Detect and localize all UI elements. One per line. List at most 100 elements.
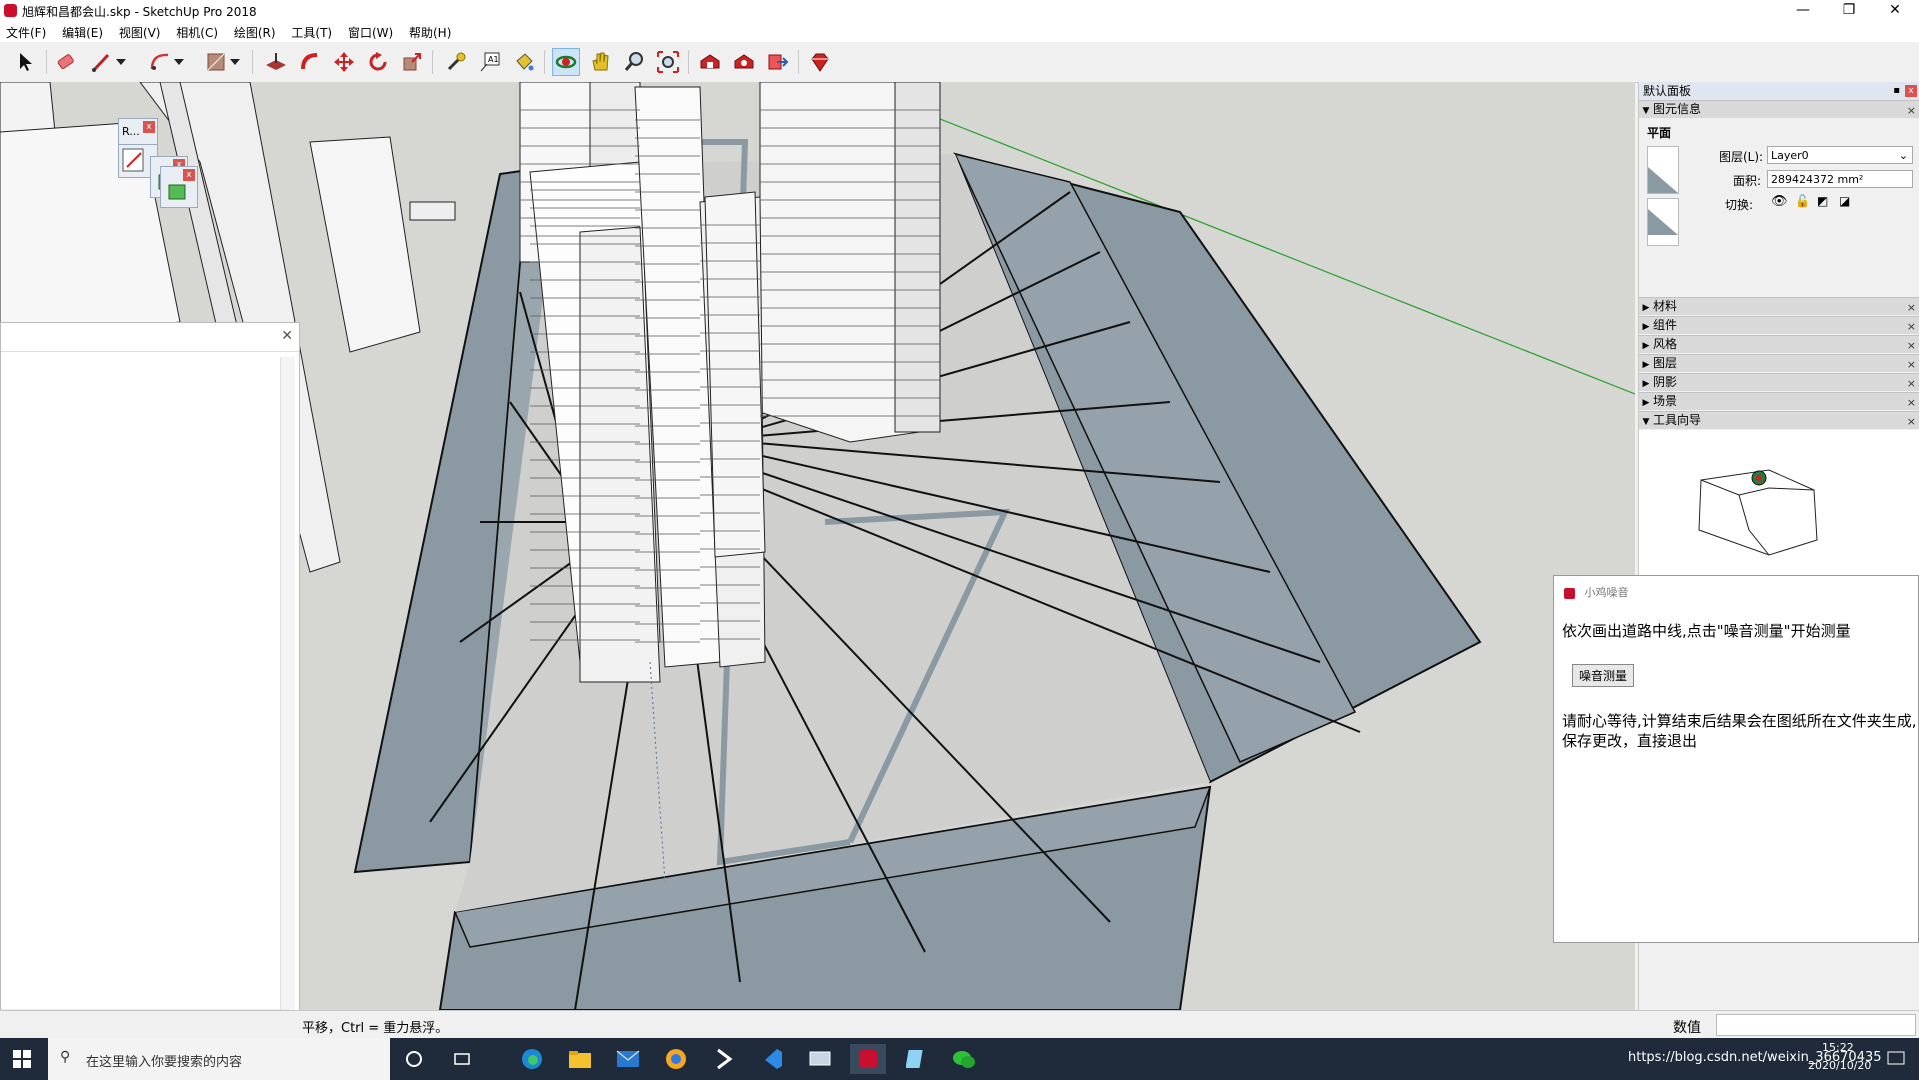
expand-right-icon: ▶ [1642,303,1650,313]
notepad-icon[interactable] [898,1044,934,1074]
panel-close-icon[interactable]: × [1907,375,1916,392]
tape-measure-icon[interactable] [442,48,470,76]
arc-icon[interactable] [146,48,174,76]
noise-plugin-dialog[interactable]: 小鸡噪音 依次画出道路中线,点击"噪音测量"开始测量 噪音测量 请耐心等待,计算… [1553,575,1919,943]
ruby-edit-icon[interactable] [119,145,149,173]
outliner-scrollbar[interactable] [280,357,295,1010]
cortana-icon[interactable] [396,1044,432,1074]
receive-shadow-icon[interactable]: ◩ [1817,194,1828,208]
menu-file[interactable]: 文件(F) [0,22,52,43]
rotate-icon[interactable] [364,48,392,76]
panel-scenes-label: 场景 [1653,394,1678,408]
visibility-eye-icon[interactable]: 👁 [1771,194,1788,209]
panel-close-icon[interactable]: × [1907,299,1916,316]
plugin-note-line1: 请耐心等待,计算结束后结果会在图纸所在文件夹生成, [1562,712,1917,730]
panel-styles[interactable]: ▶ 风格 × [1639,335,1919,353]
arc-dropdown[interactable] [172,48,186,76]
plugin-b-icon[interactable] [163,179,193,209]
zoom-icon[interactable] [620,48,648,76]
line-dropdown[interactable] [114,48,128,76]
panel-close-icon[interactable]: × [1907,413,1916,430]
panel-close-icon[interactable]: × [1907,318,1916,335]
area-field[interactable]: 289424372 mm² [1767,170,1913,188]
task-view-icon[interactable] [444,1044,480,1074]
wechat-icon[interactable] [946,1044,982,1074]
menu-tools[interactable]: 工具(T) [285,22,338,43]
zoom-extents-icon[interactable] [654,48,682,76]
noise-measure-button[interactable]: 噪音测量 [1572,664,1635,687]
menu-camera[interactable]: 相机(C) [170,22,224,43]
panel-close-icon[interactable]: × [1907,102,1916,119]
panel-layers[interactable]: ▶ 图层 × [1639,354,1919,372]
plugin-toolbar-b[interactable]: x [160,166,198,208]
minimize-button[interactable]: — [1780,0,1826,22]
vscode-icon[interactable] [754,1044,790,1074]
warehouse-icon[interactable] [696,48,724,76]
line-icon[interactable] [88,48,116,76]
scale-icon[interactable] [398,48,426,76]
lock-icon[interactable]: 🔓 [1795,194,1810,208]
panel-close-icon[interactable]: × [1907,356,1916,373]
maximize-button[interactable]: ❐ [1826,0,1872,22]
panel-close-icon[interactable]: × [1907,337,1916,354]
edge-icon[interactable] [514,1044,550,1074]
menu-draw[interactable]: 绘图(R) [228,22,282,43]
front-material-swatch[interactable] [1647,146,1679,194]
terminal-icon[interactable] [706,1044,742,1074]
clock-date[interactable]: 2020/10/20 [1808,1059,1871,1072]
pin-icon[interactable]: ▪ [1893,82,1900,100]
rectangle-dropdown[interactable] [228,48,242,76]
back-material-swatch[interactable] [1647,198,1679,246]
clock-time[interactable]: 15:22 [1822,1041,1854,1054]
panel-instructor[interactable]: ▼ 工具向导 × [1639,411,1919,429]
panel-entity-info[interactable]: ▼ 图元信息 × [1639,100,1919,118]
panel-scenes[interactable]: ▶ 场景 × [1639,392,1919,410]
ruby-icon[interactable] [806,48,834,76]
outliner-dialog[interactable]: ✕ [0,322,300,1010]
ruby-toolbar-close-icon[interactable]: x [143,121,155,133]
file-explorer-icon[interactable] [562,1044,598,1074]
area-label: 面积: [1733,174,1762,188]
extension-warehouse-icon[interactable] [730,48,758,76]
orbit-icon[interactable] [552,48,580,76]
tray-close-icon[interactable]: x [1905,85,1917,97]
windows-taskbar: ⚲ 在这里输入你要搜索的内容 https://blog.csdn.net/wei… [0,1038,1919,1080]
network-app-icon[interactable] [802,1044,838,1074]
send-to-layout-icon[interactable] [764,48,792,76]
push-pull-icon[interactable] [262,48,290,76]
sketchup-taskbar-icon[interactable] [850,1044,886,1074]
panel-materials[interactable]: ▶ 材料 × [1639,297,1919,315]
menu-edit[interactable]: 编辑(E) [56,22,109,43]
measurements-input[interactable] [1716,1014,1916,1036]
windows-start-icon[interactable] [4,1044,40,1074]
pan-icon[interactable] [586,48,614,76]
panel-components[interactable]: ▶ 组件 × [1639,316,1919,334]
panel-instructor-label: 工具向导 [1653,413,1702,427]
close-button[interactable]: ✕ [1872,0,1918,22]
sketchup-app-icon [4,4,17,17]
select-icon[interactable] [12,48,40,76]
toggle-label: 切换: [1725,198,1754,212]
mail-icon[interactable] [610,1044,646,1074]
menu-help[interactable]: 帮助(H) [403,22,457,43]
text-icon[interactable]: A1 [476,48,504,76]
rectangle-icon[interactable] [202,48,230,76]
tray-title-bar: 默认面板 ▪ x [1639,82,1919,100]
outliner-close-icon[interactable]: ✕ [281,328,293,344]
cast-shadow-icon[interactable]: ◪ [1839,194,1850,208]
notification-icon[interactable] [1878,1044,1914,1074]
move-icon[interactable] [330,48,358,76]
main-toolbar: A1 [0,42,1919,83]
follow-me-icon[interactable] [296,48,324,76]
menu-bar: 文件(F) 编辑(E) 视图(V) 相机(C) 绘图(R) 工具(T) 窗口(W… [0,22,1919,42]
menu-window[interactable]: 窗口(W) [342,22,399,43]
paint-bucket-icon[interactable] [510,48,538,76]
model-viewport[interactable]: R... x x x ✕ [0,82,1635,1010]
eraser-icon[interactable] [52,48,80,76]
panel-close-icon[interactable]: × [1907,394,1916,411]
layer-select[interactable]: Layer0 ⌄ [1767,146,1913,164]
menu-view[interactable]: 视图(V) [113,22,167,43]
panel-shadows[interactable]: ▶ 阴影 × [1639,373,1919,391]
browser-icon[interactable] [658,1044,694,1074]
taskbar-search[interactable]: ⚲ 在这里输入你要搜索的内容 [48,1038,390,1080]
